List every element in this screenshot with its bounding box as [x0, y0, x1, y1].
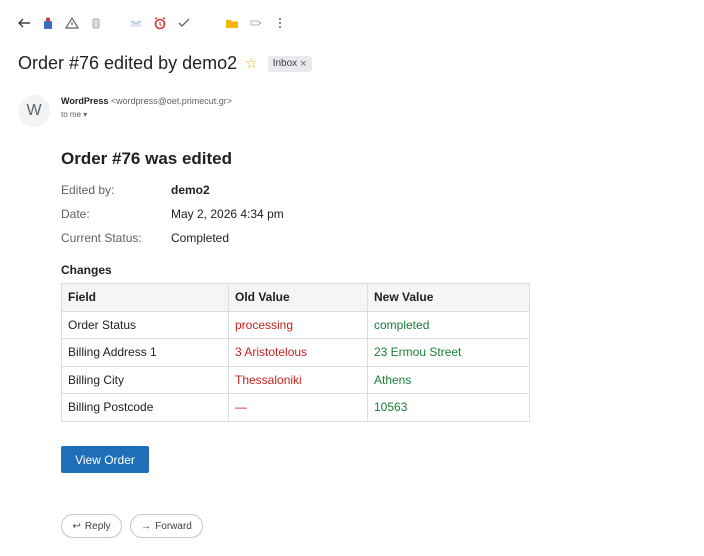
email-subject: Order #76 edited by demo2 [18, 53, 238, 73]
changes-heading: Changes [61, 263, 112, 277]
labels-icon[interactable] [246, 13, 266, 33]
chevron-down-icon: ▾ [83, 110, 88, 119]
table-header-row: Field Old Value New Value [61, 283, 530, 312]
detail-value: demo2 [171, 183, 210, 197]
recipient-text: to me [61, 110, 82, 119]
star-icon[interactable]: ☆ [245, 55, 258, 72]
detail-key: Edited by: [61, 183, 115, 197]
move-to-icon[interactable] [222, 13, 242, 33]
table-row: Billing Postcode — 10563 [61, 393, 530, 422]
field-cell: Billing City [61, 365, 229, 394]
back-icon[interactable] [14, 13, 34, 33]
table-header: New Value [367, 283, 530, 312]
toolbar-separator-2 [198, 13, 218, 33]
forward-button[interactable]: → Forward [130, 514, 203, 538]
message-toolbar [14, 10, 294, 36]
table-header: Field [61, 283, 229, 312]
inbox-label-chip[interactable]: Inbox × [267, 55, 312, 72]
remove-label-icon[interactable]: × [300, 58, 306, 70]
sender-email: <wordpress@oet.primecut.gr> [110, 96, 233, 106]
field-cell: Billing Address 1 [61, 338, 229, 367]
table-row: Billing Address 1 3 Aristotelous 23 Ermo… [61, 338, 530, 367]
new-value-cell: Athens [367, 365, 530, 394]
sender-name: WordPress [61, 96, 109, 106]
more-icon[interactable] [270, 13, 290, 33]
detail-key: Current Status: [61, 231, 142, 245]
new-value-cell: completed [367, 310, 530, 339]
subject-row: Order #76 edited by demo2 ☆ Inbox × [18, 53, 312, 74]
field-cell: Billing Postcode [61, 393, 229, 422]
add-task-icon[interactable] [174, 13, 194, 33]
new-value-cell: 10563 [367, 393, 530, 422]
detail-value: May 2, 2026 4:34 pm [171, 207, 284, 221]
email-heading: Order #76 was edited [61, 149, 233, 168]
old-value-cell: processing [228, 310, 368, 339]
old-value-cell: Thessaloniki [228, 365, 368, 394]
table-row: Billing City Thessaloniki Athens [61, 365, 530, 394]
old-value-cell: — [228, 393, 368, 422]
report-spam-icon[interactable] [62, 13, 82, 33]
reply-icon: ↩ [72, 520, 81, 532]
field-cell: Order Status [61, 310, 229, 339]
avatar: W [18, 95, 50, 127]
archive-icon[interactable] [38, 13, 58, 33]
detail-key: Date: [61, 207, 90, 221]
toolbar-separator [110, 13, 122, 33]
reply-label: Reply [84, 520, 111, 532]
new-value-cell: 23 Ermou Street [367, 338, 530, 367]
inbox-label-text: Inbox [272, 58, 298, 69]
forward-icon: → [141, 520, 152, 532]
snooze-icon[interactable] [150, 13, 170, 33]
sender-line: WordPress <wordpress@oet.primecut.gr> [61, 96, 232, 106]
changes-table: Field Old Value New Value Order Status p… [61, 283, 530, 422]
table-header: Old Value [228, 283, 368, 312]
forward-label: Forward [155, 520, 192, 532]
old-value-cell: 3 Aristotelous [228, 338, 368, 367]
recipient-toggle[interactable]: to me ▾ [61, 110, 87, 119]
detail-value: Completed [171, 231, 230, 245]
reply-button[interactable]: ↩ Reply [61, 514, 122, 538]
mark-unread-icon[interactable] [126, 13, 146, 33]
delete-icon[interactable] [86, 13, 106, 33]
view-order-button[interactable]: View Order [61, 446, 149, 473]
table-row: Order Status processing completed [61, 310, 530, 339]
